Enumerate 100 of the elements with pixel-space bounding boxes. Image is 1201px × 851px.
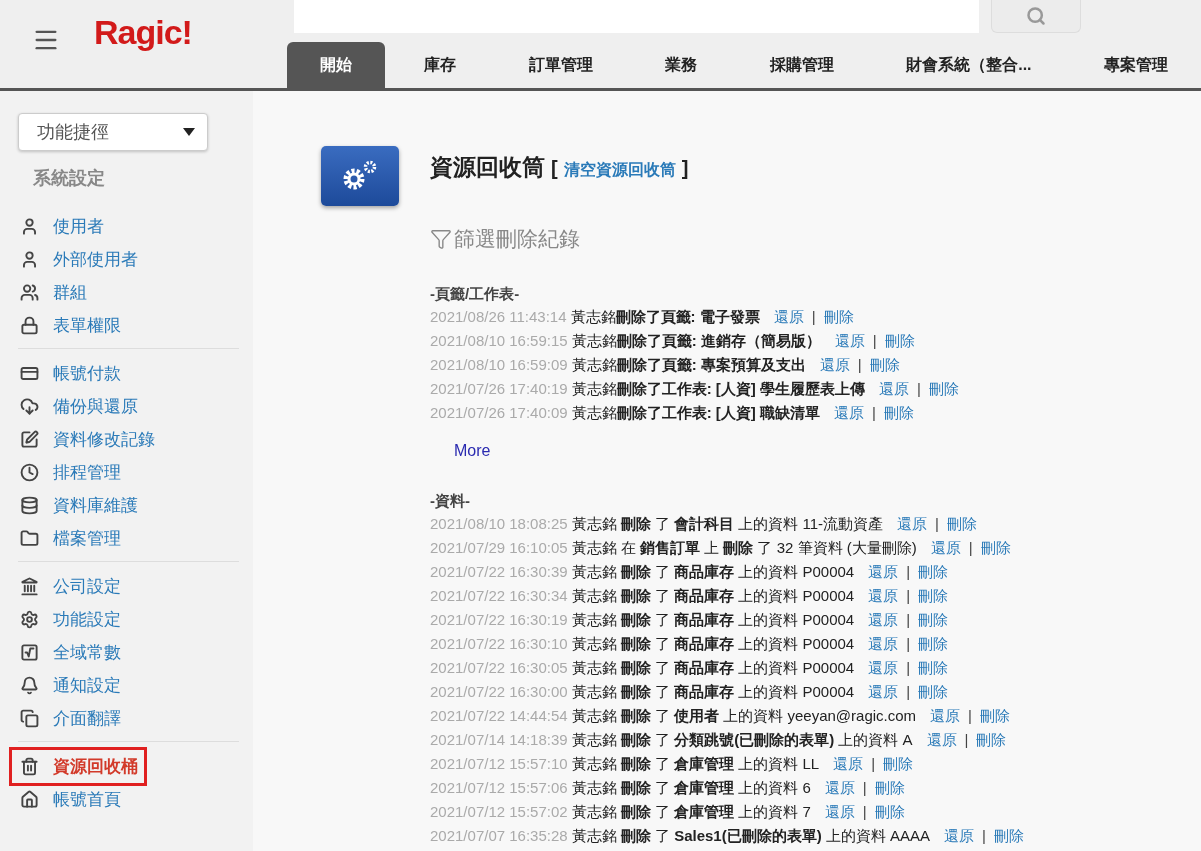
sidebar-item[interactable]: 外部使用者 [18,243,144,276]
sidebar-item[interactable]: 通知設定 [18,669,127,702]
separator: | [871,754,876,774]
delete-link[interactable]: 刪除 [918,608,949,632]
separator: | [968,706,972,726]
delete-link[interactable]: 刪除 [918,680,949,704]
delete-link[interactable]: 刪除 [883,752,914,776]
sidebar-item[interactable]: 資料修改記錄 [18,423,161,456]
nav-tab[interactable]: 庫存 [391,42,490,88]
delete-link[interactable]: 刪除 [823,305,854,329]
sidebar-item[interactable]: 備份與還原 [18,390,144,423]
log-description: 黃志銘 刪除 了 會計科目 上的資料 11-流動資產 [571,514,884,534]
sidebar-item[interactable]: 帳號首頁 [18,783,127,816]
delete-link[interactable]: 刪除 [874,776,905,800]
sidebar-item[interactable]: 資料庫維護 [18,489,144,522]
delete-link[interactable]: 刪除 [918,632,949,656]
sidebar-item[interactable]: 功能設定 [18,603,127,636]
restore-link[interactable]: 還原 [834,329,865,353]
more-link[interactable]: More [454,442,491,460]
delete-link[interactable]: 刪除 [883,401,914,425]
log-description: 黃志銘 在 銷售訂單 上 刪除 了 32 筆資料 (大量刪除) [571,538,917,558]
sidebar-item[interactable]: 排程管理 [18,456,127,489]
nav-tab[interactable]: 財會系統（整合... [873,42,1065,88]
ragic-logo[interactable]: Ragic! [94,14,192,50]
restore-link[interactable]: 還原 [878,377,909,401]
section-heading: -資料- [430,491,471,511]
restore-link[interactable]: 還原 [819,353,850,377]
timestamp: 2021/07/26 17:40:09 [430,403,568,423]
restore-link[interactable]: 還原 [868,632,899,656]
group-icon [20,283,39,302]
restore-link[interactable]: 還原 [868,560,899,584]
restore-link[interactable]: 還原 [868,680,899,704]
sidebar-item[interactable]: 表單權限 [18,309,127,342]
sidebar-item[interactable]: 檔案管理 [18,522,127,555]
log-description: 黃志銘 刪除 了 商品庫存 上的資料 P00004 [571,658,855,678]
delete-link[interactable]: 刪除 [976,728,1007,752]
separator: | [906,562,911,582]
shortcut-dropdown[interactable]: 功能捷徑 [18,113,208,151]
sidebar-item[interactable]: 公司設定 [18,570,127,603]
separator: | [906,610,911,630]
restore-link[interactable]: 還原 [897,512,928,536]
section-heading: -頁籤/工作表- [430,284,521,304]
edit-icon [20,430,39,449]
delete-link[interactable]: 刪除 [874,800,905,824]
sidebar-item[interactable]: 資源回收桶 [12,750,144,783]
log-description: 黃志銘 刪除 了 使用者 上的資料 yeeyan@ragic.com [571,706,917,726]
restore-link[interactable]: 還原 [930,704,961,728]
delete-link[interactable]: 刪除 [918,656,949,680]
restore-link[interactable]: 還原 [833,752,864,776]
restore-link[interactable]: 還原 [930,536,961,560]
restore-link[interactable]: 還原 [868,608,899,632]
delete-link[interactable]: 刪除 [946,512,977,536]
separator: | [862,778,867,798]
timestamp: 2021/07/26 17:40:19 [430,379,568,399]
delete-link[interactable]: 刪除 [869,353,900,377]
clock-icon [20,463,39,482]
nav-tab[interactable]: 開始 [287,42,385,88]
search-button[interactable] [991,0,1081,33]
filter-button[interactable]: 篩選刪除紀錄 [430,225,580,253]
settings-icon [20,610,39,629]
delete-link[interactable]: 刪除 [980,536,1011,560]
delete-link[interactable]: 刪除 [980,704,1010,728]
delete-link[interactable]: 刪除 [918,560,949,584]
sidebar-item[interactable]: 使用者 [18,210,110,243]
log-description: 黃志銘 刪除 了 商品庫存 上的資料 P00004 [571,682,855,702]
sidebar-item[interactable]: 介面翻譯 [18,702,127,735]
nav-tab[interactable]: 專案管理 [1070,42,1201,88]
nav-tab[interactable]: 業務 [632,42,731,88]
separator: | [857,355,862,375]
empty-recycle-bin-link[interactable]: 清空資源回收筒 [563,160,676,181]
user-icon [20,250,39,269]
separator: | [935,514,939,534]
credit-card-icon [20,364,39,383]
restore-link[interactable]: 還原 [868,656,899,680]
delete-link[interactable]: 刪除 [884,329,915,353]
timestamp: 2021/07/29 16:10:05 [430,538,568,558]
delete-link[interactable]: 刪除 [918,584,949,608]
timestamp: 2021/07/22 16:30:19 [430,610,568,630]
nav-tab[interactable]: 採購管理 [736,42,867,88]
restore-link[interactable]: 還原 [944,824,975,848]
restore-link[interactable]: 還原 [773,305,804,329]
timestamp: 2021/08/10 16:59:09 [430,355,568,375]
sidebar-item[interactable]: 群組 [18,276,93,309]
log-description: 黃志銘 刪除 了 Sales1(已刪除的表單) 上的資料 AAAA [571,826,931,846]
restore-link[interactable]: 還原 [926,728,957,752]
timestamp: 2021/07/14 14:18:39 [430,730,568,750]
delete-link[interactable]: 刪除 [993,824,1024,848]
separator: | [968,538,973,558]
restore-link[interactable]: 還原 [824,776,855,800]
log-description: 黃志銘 刪除 了 倉庫管理 上的資料 6 [571,778,811,798]
delete-link[interactable]: 刪除 [928,377,959,401]
restore-link[interactable]: 還原 [868,584,899,608]
timestamp: 2021/07/22 16:30:05 [430,658,568,678]
log-description: 黃志銘 刪除 了 商品庫存 上的資料 P00004 [571,610,855,630]
nav-tab[interactable]: 訂單管理 [495,42,626,88]
sidebar-item[interactable]: 帳號付款 [18,357,127,390]
restore-link[interactable]: 還原 [833,401,864,425]
restore-link[interactable]: 還原 [824,800,855,824]
log-description: 黃志銘刪除了頁籤: 專案預算及支出 [571,355,806,375]
sidebar-item[interactable]: 全域常數 [18,636,127,669]
